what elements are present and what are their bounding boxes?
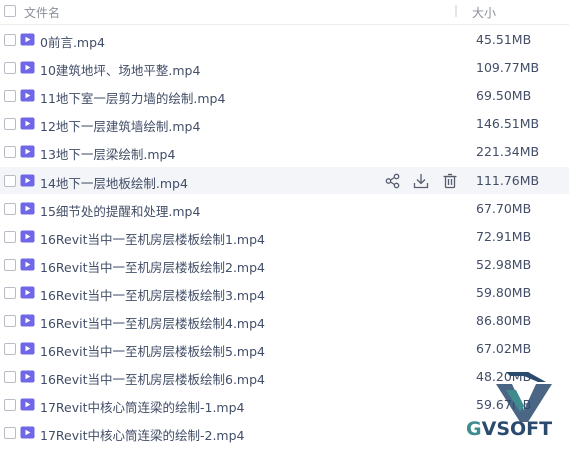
file-size: 67.70MB — [476, 201, 532, 216]
file-row[interactable]: 14地下一层地板绘制.mp4 111.76MB — [0, 167, 569, 194]
row-checkbox[interactable] — [4, 146, 16, 158]
delete-icon[interactable] — [441, 172, 459, 190]
file-row[interactable]: 0前言.mp4 45.51MB — [0, 26, 569, 53]
sort-separator-icon — [452, 4, 460, 18]
file-row[interactable]: 16Revit当中一至机房层楼板绘制5.mp4 67.02MB — [0, 335, 569, 362]
row-checkbox[interactable] — [4, 399, 16, 411]
column-header-size[interactable]: 大小 — [472, 4, 496, 21]
file-row[interactable]: 15细节处的提醒和处理.mp4 67.70MB — [0, 195, 569, 222]
file-size: 221.34MB — [476, 144, 540, 159]
video-file-icon — [20, 229, 35, 244]
video-file-icon — [20, 144, 35, 159]
download-icon[interactable] — [412, 172, 430, 190]
file-size: 67.02MB — [476, 341, 532, 356]
file-name[interactable]: 17Revit中核心筒连梁的绘制-1.mp4 — [40, 397, 245, 416]
file-row[interactable]: 16Revit当中一至机房层楼板绘制3.mp4 59.80MB — [0, 279, 569, 306]
file-name[interactable]: 17Revit中核心筒连梁的绘制-2.mp4 — [40, 425, 245, 444]
file-name[interactable]: 13地下一层梁绘制.mp4 — [40, 144, 175, 163]
file-name[interactable]: 16Revit当中一至机房层楼板绘制4.mp4 — [40, 313, 265, 332]
file-size: 109.77MB — [476, 60, 540, 75]
video-file-icon — [20, 201, 35, 216]
row-checkbox[interactable] — [4, 203, 16, 215]
file-name[interactable]: 16Revit当中一至机房层楼板绘制1.mp4 — [40, 229, 265, 248]
file-name[interactable]: 12地下一层建筑墙绘制.mp4 — [40, 116, 200, 135]
video-file-icon — [20, 32, 35, 47]
file-size: 45.51MB — [476, 32, 532, 47]
video-file-icon — [20, 369, 35, 384]
file-size: 59.80MB — [476, 285, 532, 300]
video-file-icon — [20, 116, 35, 131]
file-size: 72.91MB — [476, 229, 532, 244]
row-checkbox[interactable] — [4, 427, 16, 439]
row-checkbox[interactable] — [4, 287, 16, 299]
row-checkbox[interactable] — [4, 90, 16, 102]
row-checkbox[interactable] — [4, 259, 16, 271]
file-size: 69.50MB — [476, 88, 532, 103]
file-list-header: 文件名 大小 — [0, 0, 569, 25]
file-name[interactable]: 16Revit当中一至机房层楼板绘制3.mp4 — [40, 285, 265, 304]
file-row[interactable]: 10建筑地坪、场地平整.mp4 109.77MB — [0, 54, 569, 81]
file-name[interactable]: 10建筑地坪、场地平整.mp4 — [40, 60, 200, 79]
file-name[interactable]: 16Revit当中一至机房层楼板绘制5.mp4 — [40, 341, 265, 360]
file-name[interactable]: 16Revit当中一至机房层楼板绘制6.mp4 — [40, 369, 265, 388]
file-list-page: 文件名 大小 0前言.mp4 45.51MB 10建筑地坪、场地平整.mp4 109.… — [0, 0, 569, 454]
row-checkbox[interactable] — [4, 315, 16, 327]
video-file-icon — [20, 257, 35, 272]
share-icon[interactable] — [384, 172, 402, 190]
file-name[interactable]: 0前言.mp4 — [40, 32, 105, 51]
video-file-icon — [20, 173, 35, 188]
file-name[interactable]: 11地下室一层剪力墙的绘制.mp4 — [40, 88, 225, 107]
video-file-icon — [20, 88, 35, 103]
row-checkbox[interactable] — [4, 62, 16, 74]
video-file-icon — [20, 285, 35, 300]
file-size: 86.80MB — [476, 313, 532, 328]
file-row[interactable]: 16Revit当中一至机房层楼板绘制4.mp4 86.80MB — [0, 307, 569, 334]
gvsoft-wordmark: GVSOFT — [466, 418, 552, 440]
video-file-icon — [20, 60, 35, 75]
file-row[interactable]: 16Revit当中一至机房层楼板绘制2.mp4 52.98MB — [0, 251, 569, 278]
file-name[interactable]: 16Revit当中一至机房层楼板绘制2.mp4 — [40, 257, 265, 276]
file-size: 52.98MB — [476, 257, 532, 272]
row-checkbox[interactable] — [4, 231, 16, 243]
file-name[interactable]: 14地下一层地板绘制.mp4 — [40, 173, 188, 192]
wordmark-rest: VSOFT — [481, 418, 553, 440]
video-file-icon — [20, 425, 35, 440]
file-size: 111.76MB — [476, 173, 540, 188]
video-file-icon — [20, 341, 35, 356]
file-name[interactable]: 15细节处的提醒和处理.mp4 — [40, 201, 200, 220]
file-row[interactable]: 16Revit当中一至机房层楼板绘制1.mp4 72.91MB — [0, 223, 569, 250]
row-checkbox[interactable] — [4, 175, 16, 187]
row-checkbox[interactable] — [4, 343, 16, 355]
wordmark-g: G — [466, 418, 482, 440]
file-row[interactable]: 11地下室一层剪力墙的绘制.mp4 69.50MB — [0, 82, 569, 109]
select-all-checkbox[interactable] — [4, 5, 16, 17]
file-size: 146.51MB — [476, 116, 540, 131]
file-row[interactable]: 13地下一层梁绘制.mp4 221.34MB — [0, 138, 569, 165]
row-checkbox[interactable] — [4, 118, 16, 130]
gvsoft-logo — [466, 370, 569, 454]
video-file-icon — [20, 397, 35, 412]
column-header-name[interactable]: 文件名 — [24, 4, 60, 21]
file-row[interactable]: 12地下一层建筑墙绘制.mp4 146.51MB — [0, 110, 569, 137]
row-checkbox[interactable] — [4, 371, 16, 383]
video-file-icon — [20, 313, 35, 328]
row-checkbox[interactable] — [4, 34, 16, 46]
